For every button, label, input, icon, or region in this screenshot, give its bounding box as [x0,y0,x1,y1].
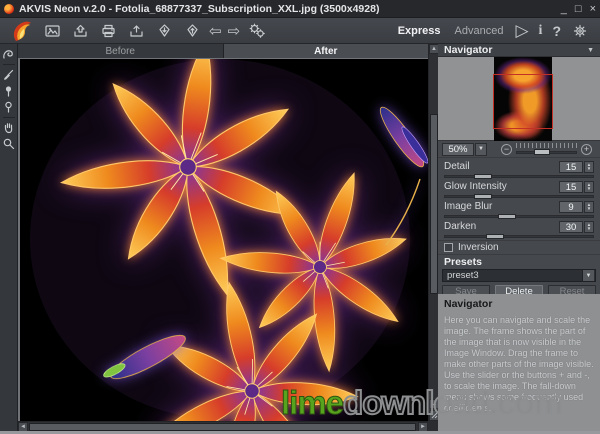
slider-track[interactable] [444,215,594,218]
run-button[interactable]: ▷ [515,21,528,41]
tab-before[interactable]: Before [18,44,224,58]
navigator-collapse-icon[interactable]: ▼ [587,47,594,54]
slider-row-glow-intensity: Glow Intensity 15 ▲▼ [438,180,600,200]
spinner-control[interactable]: ▲▼ [584,221,594,233]
eraser-brush-tool-icon[interactable] [1,99,17,114]
slider-row-darken: Darken 30 ▲▼ [438,220,600,240]
redo-icon[interactable]: ⇨ [228,22,241,40]
preset-selected-value: preset3 [443,270,582,281]
app-icon [4,4,14,14]
slider-track[interactable] [444,195,594,198]
preset-select[interactable]: preset3 ▼ [442,269,596,282]
navigator-view-frame[interactable] [493,74,553,129]
slider-track[interactable] [444,235,594,238]
navigator-title: Navigator [444,44,492,56]
save-image-icon[interactable] [68,20,92,42]
zoom-in-button[interactable]: + [581,144,592,155]
undo-icon[interactable]: ⇦ [209,22,222,40]
hand-tool-icon[interactable] [1,120,17,135]
express-mode-button[interactable]: Express [398,25,441,37]
akvis-logo-icon [8,20,36,42]
spinner-control[interactable]: ▲▼ [584,181,594,193]
hints-body: Here you can navigate and scale the imag… [444,315,594,414]
slider-value-field[interactable]: 9 [559,201,583,213]
spinner-control[interactable]: ▲▼ [584,161,594,173]
slider-value-field[interactable]: 30 [559,221,583,233]
view-tabs: Before After [18,44,428,58]
zoom-dropdown-icon[interactable]: ▼ [475,143,487,156]
horizontal-scroll-thumb[interactable] [29,423,416,431]
zoom-slider-ticks [516,143,577,148]
zoom-out-button[interactable]: − [501,144,512,155]
advanced-mode-button[interactable]: Advanced [455,25,504,37]
slider-row-detail: Detail 15 ▲▼ [438,160,600,180]
main-toolbar: ⇦ ⇨ Express Advanced ▷ i ? [0,18,600,44]
slider-row-image-blur: Image Blur 9 ▲▼ [438,200,600,220]
slider-value-field[interactable]: 15 [559,181,583,193]
slider-handle[interactable] [498,214,516,219]
inversion-label: Inversion [458,242,499,253]
import-presets-icon[interactable] [152,20,176,42]
zoom-value[interactable]: 50% [442,143,474,156]
close-button[interactable]: × [590,4,596,14]
window-title: AKVIS Neon v.2.0 - Fotolia_68877337_Subs… [19,3,379,15]
preset-dropdown-icon[interactable]: ▼ [582,270,594,281]
slider-handle[interactable] [486,234,504,239]
vertical-scrollbar[interactable]: ▲ − [428,44,438,421]
zoom-slider[interactable] [516,143,577,156]
slider-value-field[interactable]: 15 [559,161,583,173]
export-presets-icon[interactable] [180,20,204,42]
glow-brush-tool-icon[interactable] [1,83,17,98]
info-button[interactable]: i [539,21,543,41]
batch-processing-icon[interactable] [245,20,269,42]
share-icon[interactable] [124,20,148,42]
parameter-sliders: Detail 15 ▲▼ Glow Intensity 15 ▲▼ Image [438,158,600,241]
image-canvas[interactable] [18,58,428,421]
eyedropper-tool-icon[interactable] [1,67,17,82]
zoom-tool-icon[interactable] [1,136,17,151]
hints-panel: Navigator Here you can navigate and scal… [438,294,600,431]
zoom-slider-handle[interactable] [534,149,550,155]
inversion-checkbox[interactable] [444,243,453,252]
slider-handle[interactable] [474,174,492,179]
minimize-button[interactable]: _ [561,4,567,14]
presets-title: Presets [438,255,600,268]
app-window: AKVIS Neon v.2.0 - Fotolia_68877337_Subs… [0,0,600,434]
print-icon[interactable] [96,20,120,42]
spinner-control[interactable]: ▲▼ [584,201,594,213]
navigator-thumbnail-zone[interactable] [438,57,600,141]
open-image-icon[interactable] [40,20,64,42]
preferences-icon[interactable] [568,20,592,42]
navigator-header[interactable]: Navigator ▼ [438,44,600,57]
slider-handle[interactable] [474,194,492,199]
horizontal-scrollbar[interactable]: ◄ ► [18,421,428,431]
hints-title: Navigator [444,298,594,310]
settings-panel: Navigator ▼ 50% ▼ − + Detail 15 ▲▼ [438,44,600,431]
title-bar: AKVIS Neon v.2.0 - Fotolia_68877337_Subs… [0,0,600,18]
help-button[interactable]: ? [552,21,561,41]
tab-after[interactable]: After [224,44,429,58]
inversion-row: Inversion [438,241,600,255]
quick-preview-tool-icon[interactable] [1,46,17,61]
maximize-button[interactable]: □ [575,4,582,14]
vertical-scroll-thumb[interactable] [430,114,438,294]
tool-column [0,44,18,431]
zoom-controls: 50% ▼ − + [438,141,600,158]
slider-track[interactable] [444,175,594,178]
